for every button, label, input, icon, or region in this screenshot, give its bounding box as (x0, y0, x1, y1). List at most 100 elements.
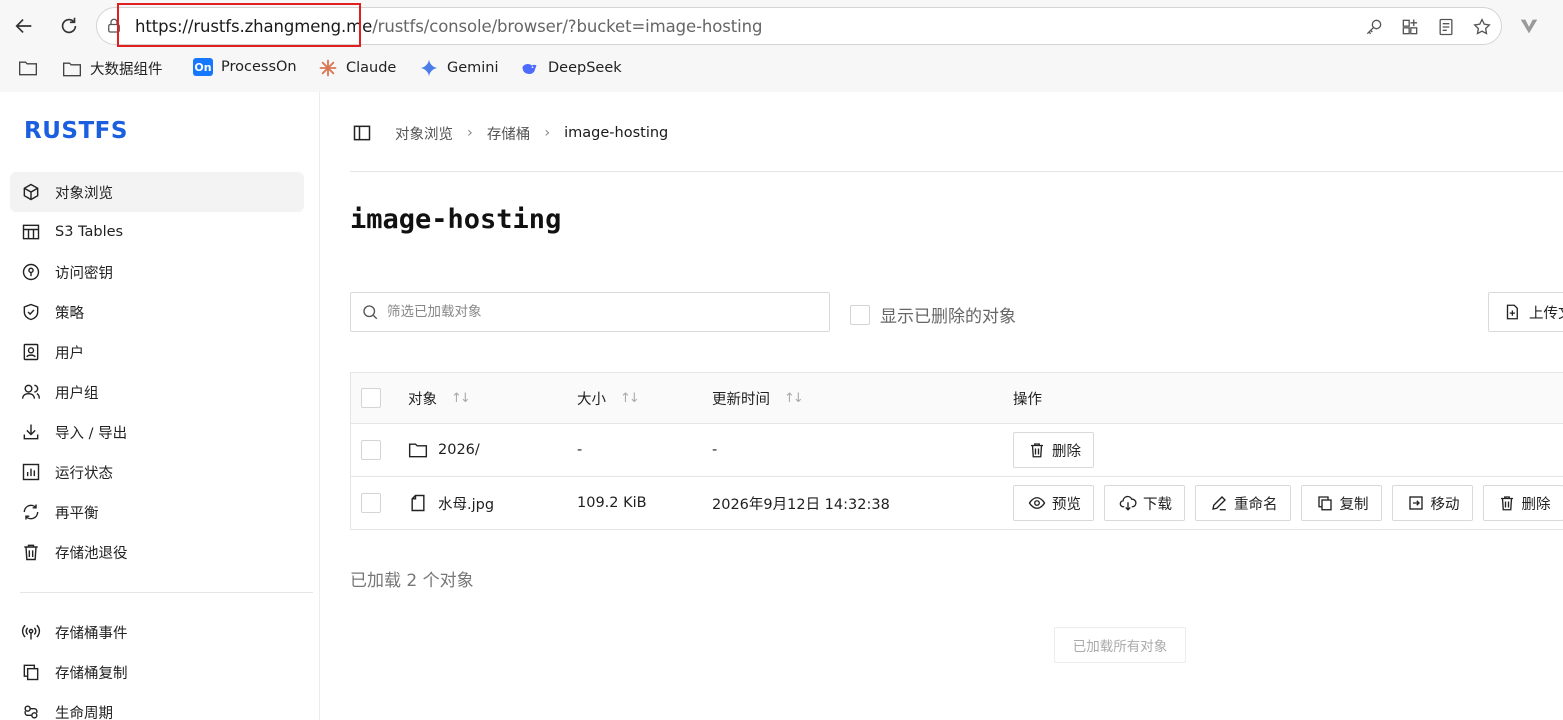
copy-button[interactable]: 复制 (1300, 485, 1382, 521)
object-name[interactable]: 2026/ (408, 424, 480, 476)
sidebar-item-policies[interactable]: 策略 (10, 292, 304, 332)
trash-icon (1028, 441, 1046, 459)
move-icon (1407, 494, 1425, 512)
cube-icon (21, 182, 41, 202)
breadcrumb-current-bucket: image-hosting (564, 125, 669, 141)
copy-icon (21, 662, 41, 682)
search-box[interactable] (350, 292, 830, 332)
table-icon (21, 222, 41, 242)
bookmark-folder-root[interactable] (18, 58, 38, 78)
breadcrumb-buckets[interactable]: 存储桶 (487, 123, 531, 144)
table-row[interactable]: 水母.jpg 109.2 KiB 2026年9月12日 14:32:38 预览 … (351, 477, 1563, 530)
row-actions: 删除 (1013, 424, 1094, 476)
show-deleted-toggle[interactable]: 显示已删除的对象 (850, 302, 1016, 327)
processon-logo: On (193, 58, 213, 76)
folder-icon (408, 441, 428, 459)
address-bar[interactable]: https://rustfs.zhangmeng.me/rustfs/conso… (96, 7, 1502, 45)
sidebar-divider (20, 592, 313, 593)
user-badge-icon (21, 342, 41, 362)
select-all-checkbox[interactable] (361, 388, 381, 408)
sidebar-item-s3-tables[interactable]: S3 Tables (10, 212, 304, 252)
vivaldi-extension-icon[interactable] (1518, 15, 1540, 37)
row-checkbox[interactable] (361, 493, 381, 513)
claude-logo-icon (318, 58, 338, 78)
main-content: 对象浏览 › 存储桶 › image-hosting image-hosting… (321, 92, 1563, 720)
folder-icon (62, 59, 82, 79)
breadcrumb-object-browser[interactable]: 对象浏览 (395, 123, 453, 144)
table-row[interactable]: 2026/ - - 删除 (351, 424, 1563, 477)
page-title: image-hosting (350, 204, 562, 235)
rustfs-logo[interactable]: RUSTFS (24, 118, 128, 144)
sidebar: RUSTFS 对象浏览 S3 Tables 访问密钥 策略 用户 用户组 导入 … (0, 92, 320, 720)
sidebar-item-bucket-replication[interactable]: 存储桶复制 (10, 652, 304, 692)
column-header-ops: 操作 (1013, 391, 1042, 408)
deepseek-logo-icon (520, 58, 540, 78)
sidebar-item-import-export[interactable]: 导入 / 导出 (10, 412, 304, 452)
lock-icon[interactable] (105, 17, 123, 35)
breadcrumb: 对象浏览 › 存储桶 › image-hosting (351, 122, 668, 144)
column-header-name[interactable]: 对象 ↑↓ (408, 373, 471, 423)
sort-icon[interactable]: ↑↓ (784, 391, 804, 406)
preview-button[interactable]: 预览 (1013, 485, 1094, 521)
sidebar-item-object-browser[interactable]: 对象浏览 (10, 172, 304, 212)
delete-button[interactable]: 删除 (1482, 485, 1563, 521)
pencil-icon (1210, 494, 1228, 512)
row-checkbox[interactable] (361, 440, 381, 460)
browser-chrome: https://rustfs.zhangmeng.me/rustfs/conso… (0, 0, 1563, 92)
download-button[interactable]: 下载 (1104, 485, 1185, 521)
key-circle-icon (21, 262, 41, 282)
upload-file-button[interactable]: 上传文件 (1488, 292, 1563, 332)
object-size: 109.2 KiB (577, 495, 647, 511)
favorite-star-icon[interactable] (1471, 16, 1493, 38)
search-icon (361, 303, 379, 321)
key-icon[interactable] (1363, 16, 1385, 38)
bookmark-deepseek[interactable]: DeepSeek (520, 58, 622, 78)
delete-button[interactable]: 删除 (1013, 432, 1094, 468)
sidebar-item-pool-decommission[interactable]: 存储池退役 (10, 532, 304, 572)
sort-icon[interactable]: ↑↓ (620, 391, 640, 406)
reader-icon[interactable] (1435, 16, 1457, 38)
lifecycle-icon (21, 702, 41, 720)
trash-icon (21, 542, 41, 562)
sidebar-item-rebalance[interactable]: 再平衡 (10, 492, 304, 532)
row-actions: 预览 下载 重命名 复制 移动 删除 (1013, 477, 1563, 529)
bookmark-processon[interactable]: On ProcessOn (193, 58, 297, 76)
header-divider (350, 171, 1563, 172)
chart-icon (21, 462, 41, 482)
chevron-right-icon: › (544, 125, 551, 141)
move-button[interactable]: 移动 (1391, 485, 1473, 521)
shield-check-icon (21, 302, 41, 322)
bookmark-claude[interactable]: Claude (318, 58, 396, 78)
users-icon (21, 382, 41, 402)
cloud-download-icon (1119, 494, 1137, 512)
trash-icon (1498, 494, 1516, 512)
rename-button[interactable]: 重命名 (1195, 485, 1291, 521)
file-plus-icon (1503, 303, 1521, 321)
column-header-time[interactable]: 更新时间 ↑↓ (712, 373, 804, 423)
reload-button[interactable] (55, 12, 83, 40)
back-button[interactable] (10, 12, 38, 40)
search-input[interactable] (387, 304, 807, 320)
add-app-icon[interactable] (1399, 16, 1421, 38)
copy-icon (1316, 494, 1334, 512)
table-header-row: 对象 ↑↓ 大小 ↑↓ 更新时间 ↑↓ 操作 (351, 373, 1563, 424)
file-icon (408, 493, 428, 513)
object-size: - (577, 442, 583, 458)
object-updated-time: 2026年9月12日 14:32:38 (712, 496, 890, 513)
sidebar-item-bucket-events[interactable]: 存储桶事件 (10, 612, 304, 652)
sidebar-item-access-keys[interactable]: 访问密钥 (10, 252, 304, 292)
column-header-size[interactable]: 大小 ↑↓ (577, 373, 640, 423)
object-table: 对象 ↑↓ 大小 ↑↓ 更新时间 ↑↓ 操作 2026/ - - 删除 水母.j… (350, 372, 1563, 530)
bookmark-bigdata[interactable]: 大数据组件 (62, 58, 163, 79)
sidebar-item-lifecycle[interactable]: 生命周期 (10, 692, 304, 720)
object-name[interactable]: 水母.jpg (408, 477, 494, 529)
sidebar-item-status[interactable]: 运行状态 (10, 452, 304, 492)
sort-icon[interactable]: ↑↓ (451, 391, 471, 406)
show-deleted-checkbox[interactable] (850, 304, 870, 325)
sidebar-toggle-icon[interactable] (351, 122, 373, 144)
sidebar-item-users[interactable]: 用户 (10, 332, 304, 372)
all-loaded-button[interactable]: 已加载所有对象 (1054, 627, 1186, 663)
sidebar-item-user-groups[interactable]: 用户组 (10, 372, 304, 412)
gemini-logo-icon (419, 58, 439, 78)
bookmark-gemini[interactable]: Gemini (419, 58, 499, 78)
